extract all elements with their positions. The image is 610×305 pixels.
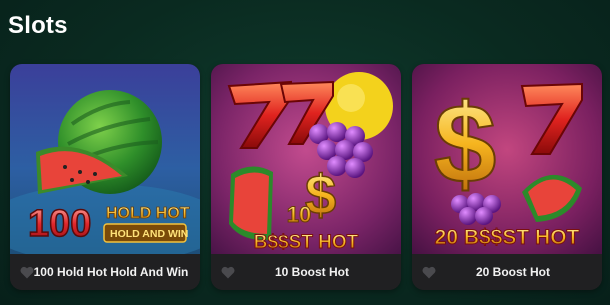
game-name[interactable]: 100 Hold Hot Hold And Win <box>10 265 200 279</box>
logo-line1: B$$ST HOT <box>254 232 359 253</box>
game-card-footer: 10 Boost Hot <box>211 254 401 290</box>
logo-number: 100 <box>28 203 91 245</box>
game-thumbnail[interactable]: $ 10 B$$ST HOT <box>211 64 401 254</box>
logo-line1: 20 B$$ST HOT <box>435 226 580 249</box>
heart-icon[interactable] <box>422 266 436 279</box>
svg-text:$: $ <box>434 81 496 206</box>
heart-icon[interactable] <box>221 266 235 279</box>
logo-number: 10 <box>287 202 311 227</box>
game-name[interactable]: 20 Boost Hot <box>412 265 602 279</box>
game-thumbnail[interactable]: $ 20 B$$ST HOT <box>412 64 602 254</box>
game-card-footer: 20 Boost Hot <box>412 254 602 290</box>
game-card-100-hold-hot[interactable]: 100 HOLD HOT HOLD AND WIN 100 Hold Hot H… <box>10 64 200 290</box>
game-name[interactable]: 10 Boost Hot <box>211 265 401 279</box>
section-title: Slots <box>8 12 68 39</box>
heart-icon[interactable] <box>20 266 34 279</box>
game-card-20-boost-hot[interactable]: $ 20 B$$ST HOT 20 Boost Hot <box>412 64 602 290</box>
game-thumbnail[interactable]: 100 HOLD HOT HOLD AND WIN <box>10 64 200 254</box>
game-card-footer: 100 Hold Hot Hold And Win <box>10 254 200 290</box>
game-card-10-boost-hot[interactable]: $ 10 B$$ST HOT 10 Boost Hot <box>211 64 401 290</box>
logo-line1: HOLD HOT <box>106 205 190 222</box>
logo-line2: HOLD AND WIN <box>110 228 188 240</box>
